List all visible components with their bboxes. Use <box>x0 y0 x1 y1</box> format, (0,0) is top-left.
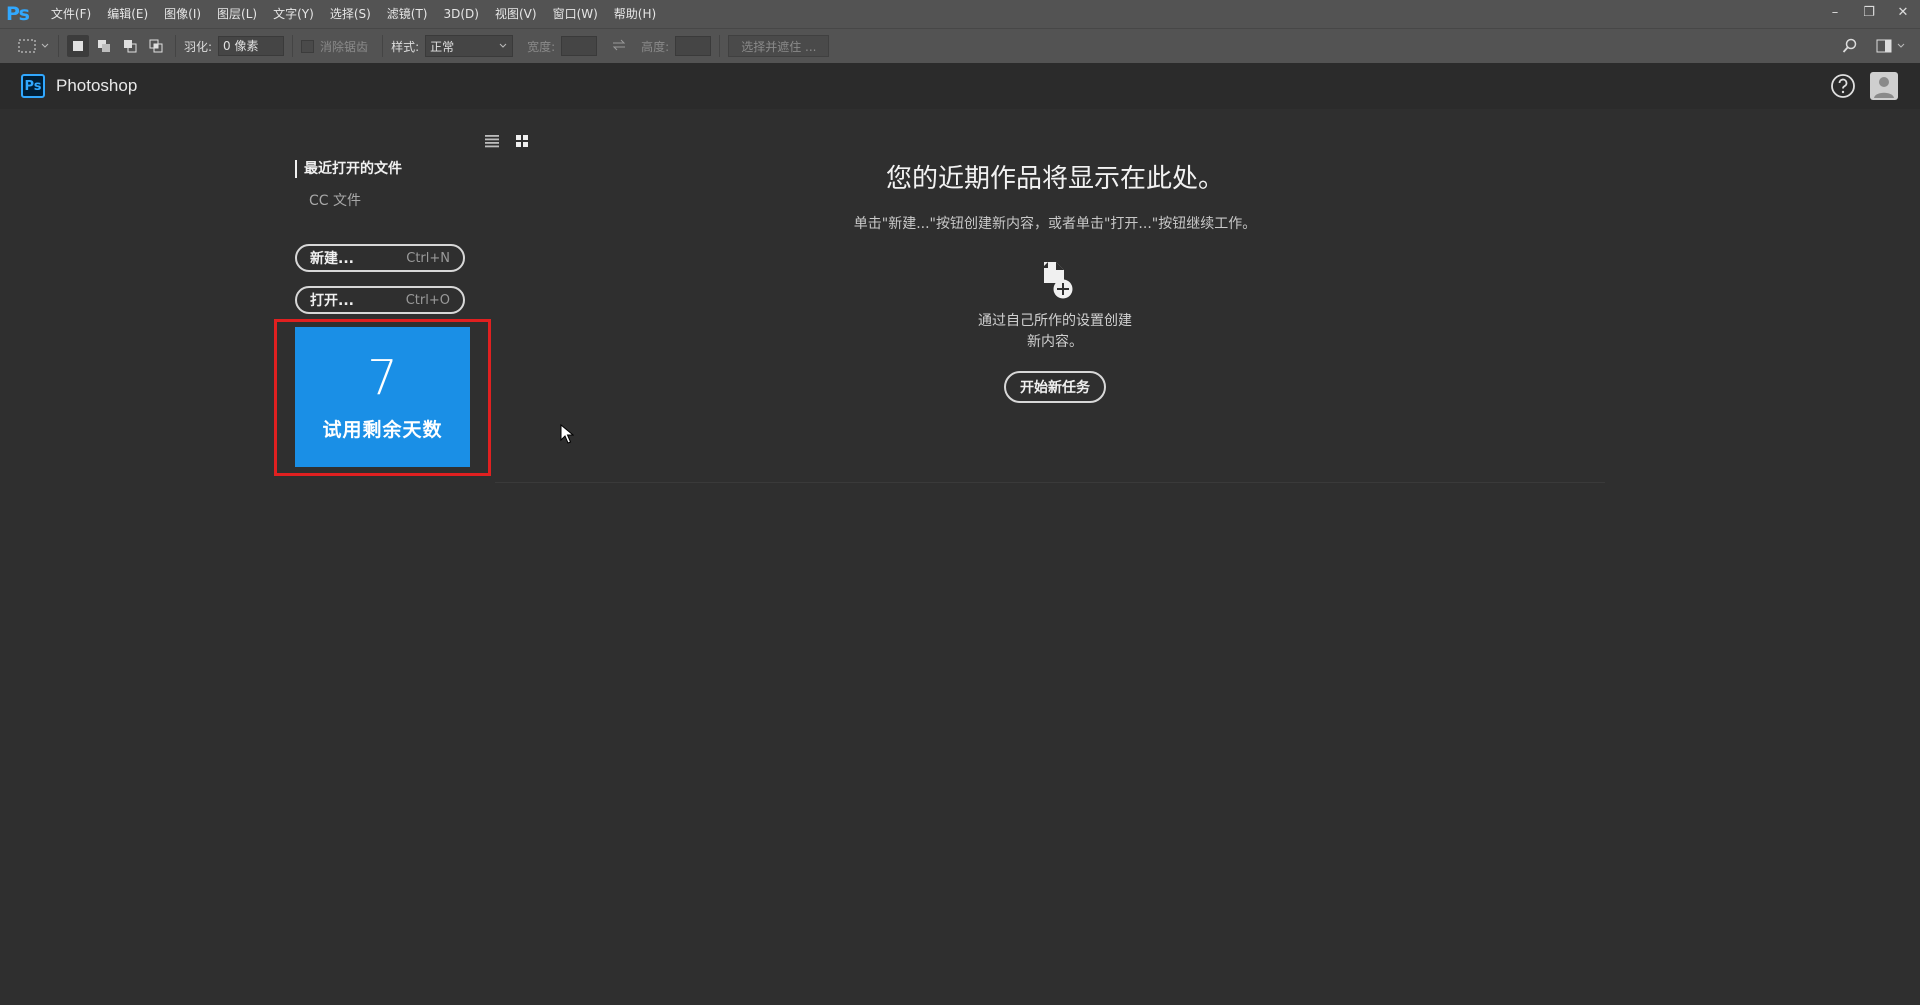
header-actions <box>1830 72 1898 100</box>
menu-filter[interactable]: 滤镜(T) <box>379 0 436 28</box>
new-file-shortcut: Ctrl+N <box>406 250 450 266</box>
trial-days-card[interactable]: 7 试用剩余天数 <box>295 327 470 467</box>
empty-state-heading: 您的近期作品将显示在此处。 <box>885 164 1224 194</box>
new-file-button[interactable]: 新建... Ctrl+N <box>295 244 465 272</box>
search-icon[interactable] <box>1842 38 1858 54</box>
help-icon[interactable] <box>1830 73 1856 99</box>
window-controls: – ❐ ✕ <box>1818 0 1920 28</box>
minimize-button[interactable]: – <box>1818 0 1852 24</box>
recent-work-empty-state: 您的近期作品将显示在此处。 单击"新建..."按钮创建新内容，或者单击"打开..… <box>780 158 1330 403</box>
create-description: 通过自己所作的设置创建 新内容。 <box>780 311 1330 353</box>
view-toggle <box>484 134 530 148</box>
grid-view-icon[interactable] <box>514 134 530 148</box>
new-document-icon[interactable] <box>1035 259 1075 303</box>
select-and-mask-button[interactable]: 选择并遮住 ... <box>728 35 830 57</box>
width-label: 宽度: <box>527 39 556 54</box>
ps-logo: Ps <box>6 3 30 25</box>
create-description-line1: 通过自己所作的设置创建 <box>978 313 1132 329</box>
new-selection-icon <box>73 41 83 51</box>
menu-image[interactable]: 图像(I) <box>156 0 209 28</box>
close-button[interactable]: ✕ <box>1886 0 1920 24</box>
antialias-checkbox[interactable] <box>301 39 315 53</box>
menu-select[interactable]: 选择(S) <box>322 0 379 28</box>
workspace-icon <box>1876 39 1892 53</box>
start-new-task-button[interactable]: 开始新任务 <box>1004 371 1106 403</box>
antialias-label: 消除锯齿 <box>320 39 369 54</box>
menu-window[interactable]: 窗口(W) <box>545 0 606 28</box>
menu-view[interactable]: 视图(V) <box>487 0 545 28</box>
add-selection-button[interactable] <box>93 35 115 57</box>
feather-label: 羽化: <box>184 39 213 54</box>
photoshop-app-icon: Ps <box>21 74 45 98</box>
intersect-selection-icon <box>149 39 163 53</box>
menu-bar: Ps 文件(F) 编辑(E) 图像(I) 图层(L) 文字(Y) 选择(S) 滤… <box>0 0 1920 28</box>
account-avatar-icon[interactable] <box>1870 72 1898 100</box>
subtract-selection-button[interactable] <box>119 35 141 57</box>
open-file-button[interactable]: 打开... Ctrl+O <box>295 286 465 314</box>
style-label: 样式: <box>391 39 420 54</box>
chevron-down-icon <box>499 43 507 48</box>
divider <box>292 35 294 57</box>
chevron-down-icon <box>1897 43 1905 48</box>
new-selection-button[interactable] <box>67 35 89 57</box>
menu-edit[interactable]: 编辑(E) <box>99 0 156 28</box>
mouse-cursor-icon <box>560 423 575 448</box>
swap-icon[interactable] <box>611 39 627 54</box>
new-file-label: 新建... <box>310 251 354 267</box>
add-selection-icon <box>98 40 110 52</box>
content-divider <box>495 482 1605 483</box>
marquee-tool-preset[interactable] <box>18 34 50 58</box>
width-input[interactable] <box>561 36 598 56</box>
menu-help[interactable]: 帮助(H) <box>606 0 664 28</box>
divider <box>382 35 384 57</box>
cc-files-nav[interactable]: CC 文件 <box>295 190 495 210</box>
menu-layer[interactable]: 图层(L) <box>209 0 265 28</box>
open-file-label: 打开... <box>310 293 354 309</box>
height-input[interactable] <box>675 36 712 56</box>
list-view-icon[interactable] <box>484 134 500 148</box>
options-right <box>1842 38 1906 54</box>
workspace-switcher[interactable] <box>1876 39 1906 53</box>
subtract-selection-icon <box>124 40 137 53</box>
feather-input[interactable]: 0 像素 <box>218 36 285 56</box>
app-title: Photoshop <box>56 76 138 95</box>
intersect-selection-button[interactable] <box>145 35 167 57</box>
options-bar: 羽化: 0 像素 消除锯齿 样式: 正常 宽度: 高度: 选择并遮住 ... <box>0 28 1920 64</box>
rect-marquee-icon <box>18 39 36 53</box>
restore-button[interactable]: ❐ <box>1852 0 1886 24</box>
trial-days-number: 7 <box>367 350 398 406</box>
chevron-down-icon <box>41 43 49 48</box>
start-sidebar: 最近打开的文件 CC 文件 <box>295 160 495 210</box>
menu-3d[interactable]: 3D(D) <box>436 0 487 28</box>
style-select[interactable]: 正常 <box>425 35 514 57</box>
open-file-shortcut: Ctrl+O <box>405 292 450 308</box>
divider <box>719 35 721 57</box>
recent-files-nav[interactable]: 最近打开的文件 <box>295 160 495 178</box>
style-select-value: 正常 <box>430 39 455 54</box>
divider <box>175 35 176 57</box>
empty-state-subtext: 单击"新建..."按钮创建新内容，或者单击"打开..."按钮继续工作。 <box>853 216 1257 232</box>
height-label: 高度: <box>641 39 670 54</box>
menu-file[interactable]: 文件(F) <box>43 0 99 28</box>
menu-type[interactable]: 文字(Y) <box>265 0 322 28</box>
trial-days-label: 试用剩余天数 <box>322 419 443 441</box>
create-description-line2: 新内容。 <box>1027 334 1083 350</box>
divider <box>58 35 59 57</box>
app-header: Ps Photoshop <box>0 63 1920 109</box>
